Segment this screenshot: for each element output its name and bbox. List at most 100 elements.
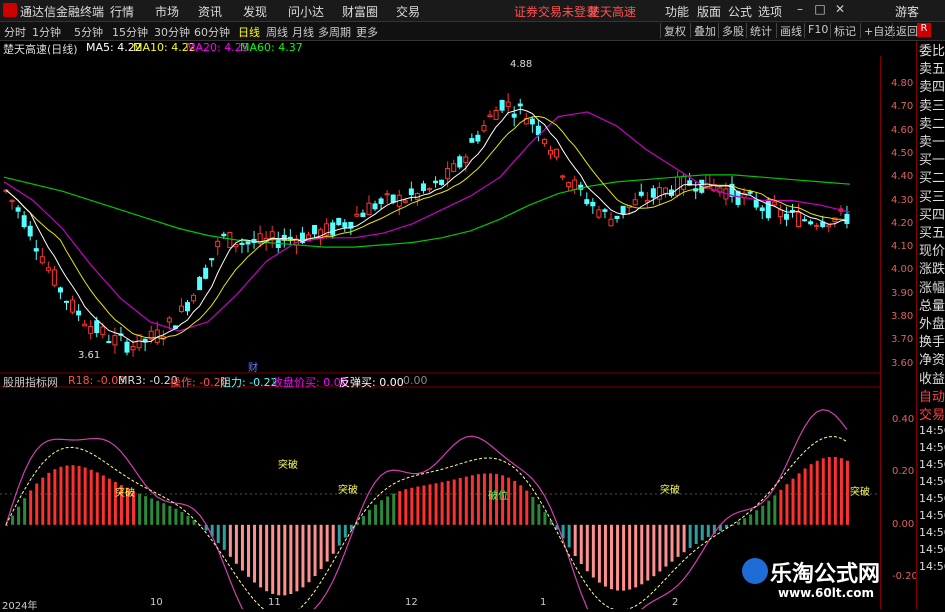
period-tab-multi[interactable]: 多周期: [318, 24, 351, 40]
minimize-icon[interactable]: –: [792, 2, 808, 18]
candle-body: [493, 110, 499, 121]
candle-body: [82, 323, 88, 327]
side-panel-item[interactable]: 收益: [919, 371, 945, 389]
side-panel-item[interactable]: 涨跌: [919, 261, 945, 279]
candle-body: [45, 267, 51, 271]
side-panel-item[interactable]: 净资: [919, 352, 945, 370]
side-panel-item[interactable]: 买一: [919, 152, 945, 170]
menu-function[interactable]: 功能: [665, 3, 689, 20]
period-tab-daily[interactable]: 日线: [238, 24, 260, 40]
indicator-bar: [35, 483, 39, 525]
side-panel-item[interactable]: 14:56: [919, 542, 945, 558]
multi-stock-button[interactable]: 多股: [718, 23, 747, 38]
indicator-bar: [428, 484, 432, 525]
candle-body: [221, 233, 227, 237]
menu-quotes[interactable]: 行情: [110, 3, 134, 20]
menu-ask[interactable]: 问小达: [288, 3, 324, 20]
login-warning[interactable]: 证券交易未登录: [514, 3, 598, 20]
menu-formula[interactable]: 公式: [728, 3, 752, 20]
side-panel-item[interactable]: 买二: [919, 170, 945, 188]
side-panel-item[interactable]: 总量: [919, 298, 945, 316]
side-panel-item[interactable]: 卖一: [919, 134, 945, 152]
menu-discover[interactable]: 发现: [243, 3, 267, 20]
period-tab-fenshi[interactable]: 分时: [4, 24, 26, 40]
indicator-bar: [319, 524, 323, 570]
indicator-bar: [174, 508, 178, 525]
menu-market[interactable]: 市场: [155, 3, 179, 20]
indicator-bar: [845, 460, 849, 525]
indicator-bar: [307, 524, 311, 583]
side-panel-item[interactable]: 现价: [919, 243, 945, 261]
candle-body: [765, 199, 771, 219]
restore-icon[interactable]: □: [812, 2, 828, 18]
side-panel-item[interactable]: 14:56: [919, 457, 945, 473]
period-tab-monthly[interactable]: 月线: [292, 24, 314, 40]
indicator-tick-label: 0.40: [892, 413, 915, 425]
indicator-bar: [688, 524, 692, 548]
draw-line-button[interactable]: 画线: [776, 23, 805, 38]
side-panel-item[interactable]: 外盘: [919, 316, 945, 334]
candle-body: [602, 209, 608, 212]
side-panel-item[interactable]: 14:56: [919, 423, 945, 439]
side-panel-item[interactable]: 14:56: [919, 491, 945, 507]
price-tick-label: 4.20: [891, 217, 914, 229]
f10-button[interactable]: F10: [804, 23, 831, 38]
candle-body: [130, 346, 136, 351]
mark-button[interactable]: 标记: [830, 23, 859, 38]
indicator-bar: [374, 504, 378, 525]
user-label[interactable]: 游客: [895, 3, 919, 20]
period-tab-1min[interactable]: 1分钟: [32, 24, 61, 40]
menu-wealth[interactable]: 财富圈: [342, 3, 378, 20]
candle-body: [560, 175, 566, 178]
stats-button[interactable]: 统计: [746, 23, 775, 38]
overlay-button[interactable]: 叠加: [690, 23, 719, 38]
finance-marker[interactable]: 财: [248, 359, 258, 374]
side-panel-item[interactable]: 买四: [919, 207, 945, 225]
side-panel-item[interactable]: 卖五: [919, 61, 945, 79]
indicator-bar: [95, 472, 99, 525]
price-tick-label: 4.40: [891, 171, 914, 183]
menu-trade[interactable]: 交易: [396, 3, 420, 20]
side-panel-badge[interactable]: R: [917, 23, 931, 37]
close-icon[interactable]: ✕: [832, 2, 848, 18]
candle-body: [15, 207, 21, 212]
side-panel-item[interactable]: 买五: [919, 225, 945, 243]
side-panel-item[interactable]: 14:56: [919, 474, 945, 490]
candle-body: [57, 287, 63, 293]
candle-body: [166, 317, 172, 323]
fuquan-button[interactable]: 复权: [660, 23, 689, 38]
side-panel-item[interactable]: 卖四: [919, 79, 945, 97]
period-tab-15min[interactable]: 15分钟: [112, 24, 148, 40]
side-panel-item[interactable]: 卖三: [919, 98, 945, 116]
period-toolbar: 分时 1分钟 5分钟 15分钟 30分钟 60分钟 日线 周线 月线 多周期 更…: [0, 22, 945, 41]
side-panel-item[interactable]: 委比: [919, 43, 945, 61]
indicator-bar: [349, 524, 353, 530]
period-tab-5min[interactable]: 5分钟: [74, 24, 103, 40]
menu-layout[interactable]: 版面: [697, 3, 721, 20]
indicator-bar: [821, 458, 825, 525]
side-panel-item[interactable]: 卖二: [919, 116, 945, 134]
side-panel-item[interactable]: 买三: [919, 189, 945, 207]
side-panel-item[interactable]: 换手: [919, 334, 945, 352]
period-tab-more[interactable]: 更多: [356, 24, 378, 40]
indicator-bar: [839, 458, 843, 525]
period-tab-60min[interactable]: 60分钟: [194, 24, 230, 40]
side-panel-item[interactable]: 14:56: [919, 508, 945, 524]
menu-bar: 通达信金融终端 行情 市场 资讯 发现 问小达 财富圈 交易 证券交易未登录 楚…: [0, 0, 945, 22]
candle-body: [76, 310, 82, 316]
indicator-name[interactable]: 股朋指标网: [3, 374, 58, 390]
menu-options[interactable]: 选项: [758, 3, 782, 20]
period-tab-30min[interactable]: 30分钟: [154, 24, 190, 40]
period-tab-weekly[interactable]: 周线: [266, 24, 288, 40]
menu-news[interactable]: 资讯: [198, 3, 222, 20]
candle-body: [88, 326, 94, 334]
price-chart[interactable]: [0, 56, 880, 609]
side-panel-item[interactable]: 涨幅: [919, 280, 945, 298]
candle-body: [796, 212, 802, 228]
indicator-extra: 0.00: [403, 374, 428, 387]
side-panel-item[interactable]: 14:56: [919, 440, 945, 456]
side-panel-item[interactable]: 14:56: [919, 525, 945, 541]
side-panel-item[interactable]: 自动: [919, 389, 945, 407]
candle-body: [27, 225, 33, 237]
side-panel-item[interactable]: 14:56: [919, 559, 945, 575]
